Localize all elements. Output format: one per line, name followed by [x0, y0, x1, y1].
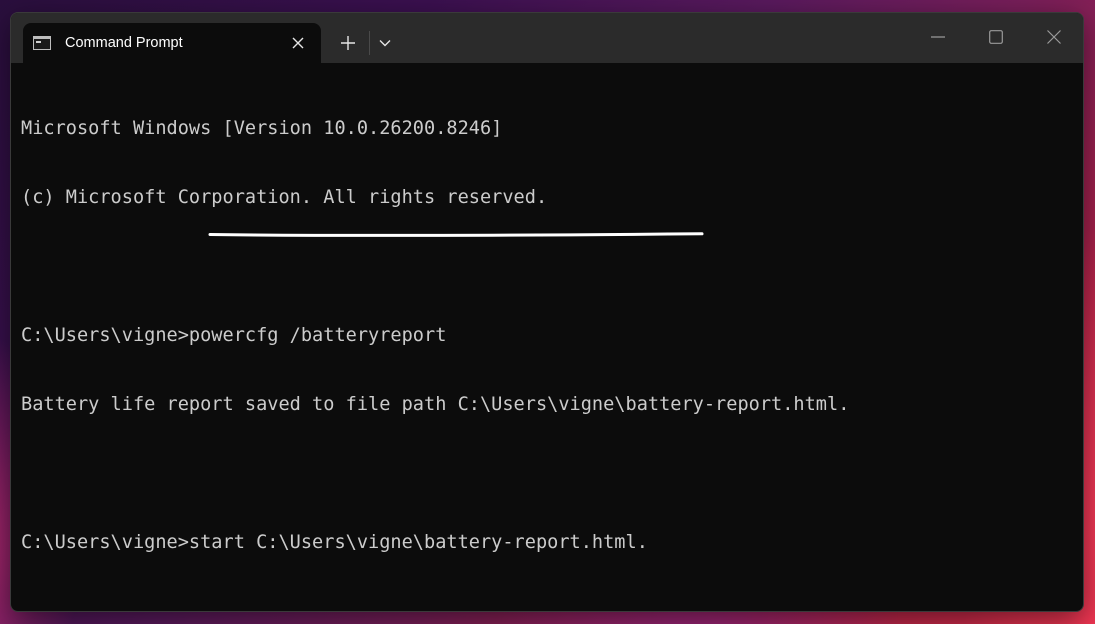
- close-window-button[interactable]: [1031, 19, 1077, 55]
- new-tab-button[interactable]: [331, 27, 365, 59]
- close-tab-button[interactable]: [281, 28, 315, 58]
- close-icon: [1047, 30, 1061, 44]
- console-line: C:\Users\vigne>powercfg /batteryreport: [21, 325, 447, 346]
- tab-dropdown-button[interactable]: [371, 27, 399, 59]
- title-bar[interactable]: Command Prompt: [11, 13, 1083, 63]
- console-line: Battery life report saved to file path C…: [21, 394, 850, 415]
- chevron-down-icon: [379, 40, 391, 47]
- minimize-button[interactable]: [915, 19, 961, 55]
- tab-title: Command Prompt: [65, 35, 183, 51]
- tab-command-prompt[interactable]: Command Prompt: [23, 23, 321, 63]
- tab-separator: [369, 31, 370, 55]
- prompt-text: C:\Users\vigne>: [21, 532, 189, 553]
- plus-icon: [341, 36, 355, 50]
- maximize-button[interactable]: [973, 19, 1019, 55]
- console-line-current-command: C:\Users\vigne>start C:\Users\vigne\batt…: [21, 531, 1073, 554]
- maximize-icon: [989, 30, 1003, 44]
- console-line: Microsoft Windows [Version 10.0.26200.82…: [21, 118, 503, 139]
- command-underline-annotation: [208, 232, 704, 237]
- highlighted-command: start C:\Users\vigne\battery-report.html…: [188, 532, 648, 553]
- console-output[interactable]: Microsoft Windows [Version 10.0.26200.82…: [21, 71, 1073, 611]
- close-icon: [292, 37, 304, 49]
- cmd-icon: [33, 36, 51, 50]
- minimize-icon: [931, 36, 945, 38]
- console-line: (c) Microsoft Corporation. All rights re…: [21, 187, 548, 208]
- command-prompt-window: Command Prompt Microsoft Windows [Versio…: [10, 12, 1084, 612]
